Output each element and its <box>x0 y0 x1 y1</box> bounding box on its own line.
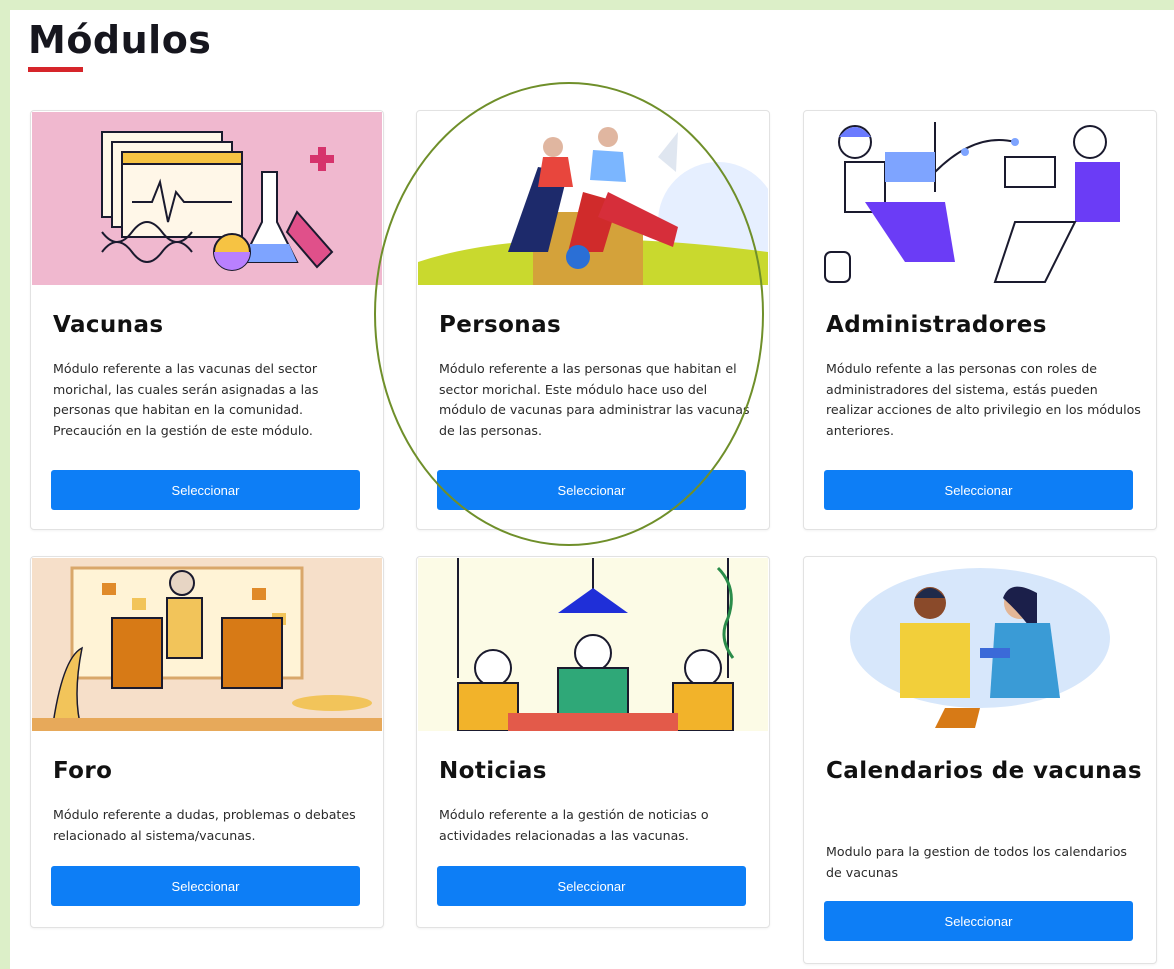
card-title: Administradores <box>826 312 1047 338</box>
select-administradores-button[interactable]: Seleccionar <box>824 470 1133 510</box>
meeting-table-illustration <box>418 558 768 731</box>
select-vacunas-button[interactable]: Seleccionar <box>51 470 360 510</box>
card-description: Modulo para la gestion de todos los cale… <box>826 844 1127 880</box>
module-card-foro: Foro Módulo referente a dudas, problemas… <box>30 556 384 928</box>
module-card-calendarios: Calendarios de vacunas Modulo para la ge… <box>803 556 1157 964</box>
select-calendarios-button[interactable]: Seleccionar <box>824 901 1133 941</box>
module-card-noticias: Noticias Módulo referente a la gestión d… <box>416 556 770 928</box>
module-card-personas: Personas Módulo referente a las personas… <box>416 110 770 530</box>
high-five-illustration <box>32 558 382 731</box>
select-noticias-button[interactable]: Seleccionar <box>437 866 746 906</box>
card-title: Vacunas <box>53 312 164 338</box>
lab-vaccine-illustration <box>32 112 382 285</box>
select-personas-button[interactable]: Seleccionar <box>437 470 746 510</box>
page-title: Módulos <box>28 18 212 62</box>
page: Módulos Vacunas Módulo referente a las v… <box>10 10 1174 969</box>
people-sitting-illustration <box>418 112 768 285</box>
vaccination-illustration <box>805 558 1155 731</box>
module-card-administradores: Administradores Módulo refente a las per… <box>803 110 1157 530</box>
card-title: Personas <box>439 312 562 338</box>
title-underline <box>28 67 83 72</box>
card-title: Noticias <box>439 758 547 784</box>
card-title: Calendarios de vacunas <box>826 758 1142 784</box>
module-card-vacunas: Vacunas Módulo referente a las vacunas d… <box>30 110 384 530</box>
admins-working-illustration <box>805 112 1155 285</box>
card-description: Módulo referente a la gestión de noticia… <box>439 807 709 843</box>
card-description: Módulo referente a dudas, problemas o de… <box>53 807 356 843</box>
card-description: Módulo referente a las vacunas del secto… <box>53 361 319 438</box>
card-description: Módulo referente a las personas que habi… <box>439 361 750 438</box>
card-description: Módulo refente a las personas con roles … <box>826 361 1141 438</box>
card-title: Foro <box>53 758 113 784</box>
select-foro-button[interactable]: Seleccionar <box>51 866 360 906</box>
